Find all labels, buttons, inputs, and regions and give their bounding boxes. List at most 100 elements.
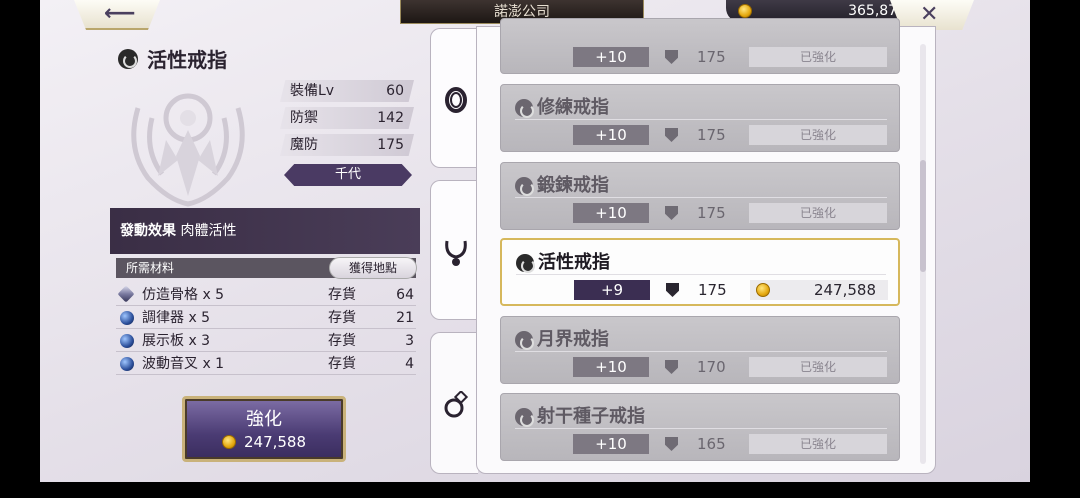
ring-category-icon xyxy=(515,99,534,118)
stock-count: 64 xyxy=(396,287,414,303)
ring-category-icon xyxy=(515,408,534,427)
ring-name: 修練戒指 xyxy=(515,93,609,119)
enhance-level: +10 xyxy=(573,203,649,223)
divider xyxy=(515,351,887,352)
divider xyxy=(515,428,887,429)
ring-name: 月界戒指 xyxy=(515,325,609,351)
material-row[interactable]: 調律器 x 5 存貨 21 xyxy=(116,307,416,329)
enhance-level: +9 xyxy=(574,280,650,300)
shield-icon xyxy=(665,206,678,220)
enhance-screen: ⟵ 諾澎公司 365,871 ✕ 活性戒指 裝備Lv 60 防禦 142 魔防 … xyxy=(40,0,1030,482)
stock-label: 存貨 xyxy=(328,333,356,349)
back-button[interactable]: ⟵ xyxy=(74,0,160,30)
ring-category-icon xyxy=(516,254,535,273)
ring-emblem-icon xyxy=(131,93,245,207)
stat-value: 175 xyxy=(377,137,404,153)
ring-category-icon xyxy=(515,331,534,350)
enhance-button[interactable]: 強化 247,588 xyxy=(182,396,346,462)
status-label: 已強化 xyxy=(749,434,887,454)
orb-icon xyxy=(120,311,134,325)
ring-name-text: 射干種子戒指 xyxy=(537,406,645,427)
list-item[interactable]: 鍛鍊戒指 +10 175 已強化 xyxy=(500,162,900,230)
material-row[interactable]: 展示板 x 3 存貨 3 xyxy=(116,330,416,352)
stat-value: 142 xyxy=(377,110,404,126)
list-item[interactable]: 修練戒指 +10 175 已強化 xyxy=(500,84,900,152)
defense-value: 175 xyxy=(698,281,727,299)
orb-icon xyxy=(120,357,134,371)
stock-label: 存貨 xyxy=(328,356,356,372)
back-arrow-icon: ⟵ xyxy=(104,1,136,26)
activation-effect: 發動效果 肉體活性 xyxy=(110,208,420,254)
acquire-location-button[interactable]: 獲得地點 xyxy=(329,257,417,279)
tab-ring[interactable] xyxy=(430,332,478,474)
defense-value: 175 xyxy=(697,126,726,144)
status-label: 已強化 xyxy=(749,47,887,67)
coin-icon xyxy=(221,435,236,449)
enhance-level: +10 xyxy=(573,47,649,67)
ring-icon xyxy=(444,391,469,418)
ring-name: 活性戒指 xyxy=(516,248,610,274)
material-name: 展示板 x 3 xyxy=(142,333,211,349)
material-row[interactable]: 仿造骨格 x 5 存貨 64 xyxy=(116,284,416,306)
enhance-cost-value: 247,588 xyxy=(243,433,307,451)
enhance-level: +10 xyxy=(573,357,649,377)
material-name: 波動音叉 x 1 xyxy=(142,356,225,372)
material-name: 調律器 x 5 xyxy=(142,310,211,326)
status-label: 已強化 xyxy=(749,203,887,223)
enhance-cost: 247,588 xyxy=(185,433,343,451)
list-item-selected[interactable]: 活性戒指 +9 175 247,588 xyxy=(500,238,900,306)
enhance-level: +10 xyxy=(573,125,649,145)
stat-value: 60 xyxy=(386,83,404,99)
stat-label: 防禦 xyxy=(290,110,318,126)
stat-label: 裝備Lv xyxy=(290,83,335,99)
crystal-icon xyxy=(117,285,135,303)
enhance-label: 強化 xyxy=(246,409,282,430)
stock-label: 存貨 xyxy=(328,310,356,326)
close-icon: ✕ xyxy=(920,2,939,27)
shield-icon xyxy=(665,128,678,142)
ring-name: 射干種子戒指 xyxy=(515,402,645,428)
tab-necklace[interactable] xyxy=(430,180,478,320)
ring-category-icon xyxy=(515,177,534,196)
stat-magic-defense: 魔防 175 xyxy=(280,134,414,156)
stat-label: 魔防 xyxy=(290,137,318,153)
orb-icon xyxy=(120,334,134,348)
stock-label: 存貨 xyxy=(328,287,356,303)
list-item[interactable]: 射干種子戒指 +10 165 已強化 xyxy=(500,393,900,461)
shield-icon xyxy=(666,283,679,297)
defense-value: 165 xyxy=(697,435,726,453)
ring-name: 鍛鍊戒指 xyxy=(515,171,609,197)
material-row[interactable]: 波動音叉 x 1 存貨 4 xyxy=(116,353,416,375)
divider xyxy=(515,197,887,198)
stock-count: 4 xyxy=(405,356,414,372)
stat-equip-level: 裝備Lv 60 xyxy=(280,80,414,102)
cost-value: 247,588 xyxy=(813,281,876,299)
enhance-cost-label: 247,588 xyxy=(750,280,888,300)
coin-icon xyxy=(756,283,770,297)
stat-defense: 防禦 142 xyxy=(280,107,414,129)
tab-bracelet[interactable] xyxy=(430,28,478,168)
list-item[interactable]: 月界戒指 +10 170 已強化 xyxy=(500,316,900,384)
divider xyxy=(516,274,886,275)
shield-icon xyxy=(665,360,678,374)
rarity-badge: 千代 xyxy=(284,164,412,186)
effect-label: 發動效果 xyxy=(120,223,176,239)
stock-count: 21 xyxy=(396,310,414,326)
defense-value: 175 xyxy=(697,48,726,66)
coin-icon xyxy=(738,4,752,18)
defense-value: 170 xyxy=(697,358,726,376)
item-name: 活性戒指 xyxy=(147,48,228,72)
status-label: 已強化 xyxy=(749,357,887,377)
ring-name-text: 活性戒指 xyxy=(538,252,610,273)
material-name: 仿造骨格 x 5 xyxy=(142,287,225,303)
ring-name-text: 修練戒指 xyxy=(537,97,609,118)
effect-value: 肉體活性 xyxy=(180,223,237,239)
list-item[interactable]: +10 175 已強化 xyxy=(500,18,900,74)
stock-count: 3 xyxy=(405,333,414,349)
scroll-thumb[interactable] xyxy=(920,160,926,272)
divider xyxy=(515,119,887,120)
ring-category-icon xyxy=(118,48,138,69)
necklace-icon xyxy=(445,240,467,266)
shield-icon xyxy=(665,50,678,64)
item-title: 活性戒指 xyxy=(118,44,227,73)
